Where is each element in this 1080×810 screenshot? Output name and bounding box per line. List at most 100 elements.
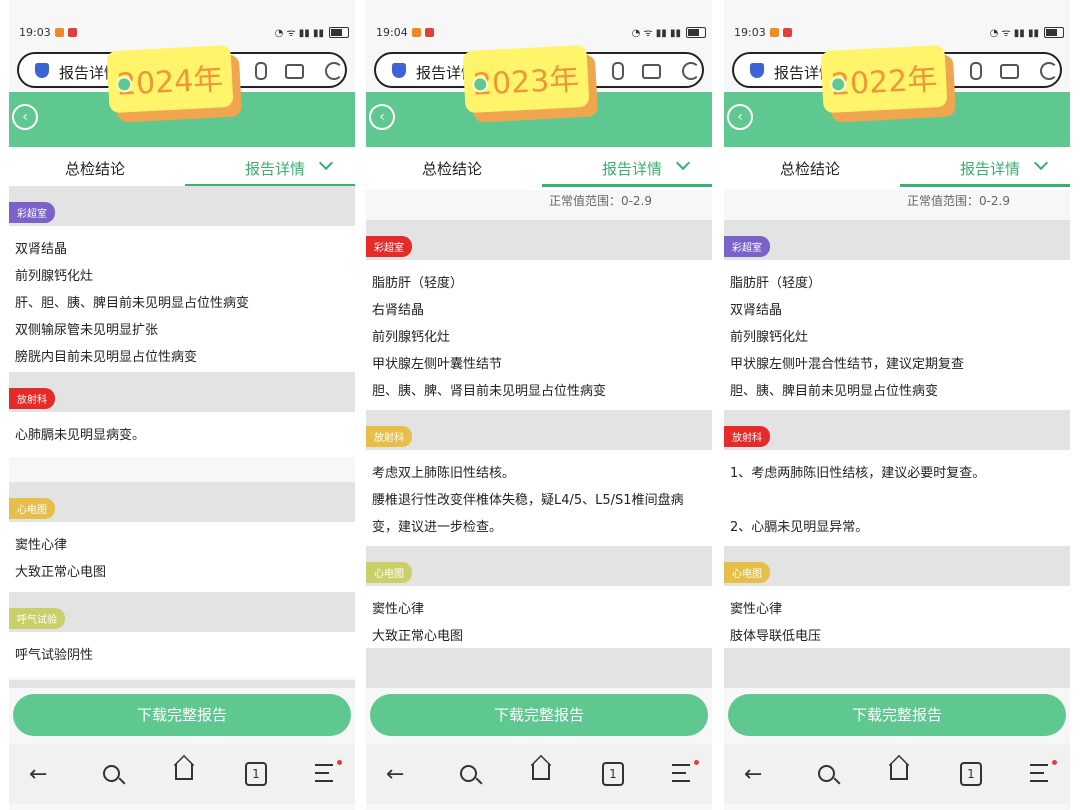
reload-icon[interactable] xyxy=(325,62,343,80)
menu-icon[interactable] xyxy=(672,760,699,782)
tabs-count-icon[interactable]: 1 xyxy=(602,762,624,786)
tab-report-details[interactable]: 报告详情 xyxy=(960,158,1020,179)
signal-icon: ◔ ᯤ ▮▮ ▮▮ xyxy=(274,28,324,39)
tab-summary[interactable]: 总检结论 xyxy=(422,158,482,179)
result-line: 窦性心律 xyxy=(730,602,783,617)
result-line: 甲状腺左侧叶囊性结节 xyxy=(372,357,503,372)
tab-summary[interactable]: 总检结论 xyxy=(780,158,840,179)
camera-icon[interactable] xyxy=(1000,64,1019,79)
app-notification-icon xyxy=(424,27,434,37)
section-tag: 放射科 xyxy=(9,388,55,409)
status-time: 19:03 xyxy=(734,25,766,39)
battery-icon xyxy=(1044,26,1064,38)
back-button[interactable]: ‹ xyxy=(12,104,38,130)
signal-icon: ◔ ᯤ ▮▮ ▮▮ xyxy=(989,28,1039,39)
chevron-down-icon[interactable] xyxy=(1033,155,1049,171)
status-bar: 19:04 ◔ ᯤ ▮▮ ▮▮ xyxy=(376,18,706,46)
home-icon[interactable] xyxy=(532,764,550,780)
home-icon[interactable] xyxy=(890,764,908,780)
tab-underline xyxy=(900,184,1070,187)
year-tag: 2024年 xyxy=(106,44,234,114)
section-tag: 呼气试验 xyxy=(9,608,65,629)
section-header xyxy=(724,546,1070,586)
notification-dot xyxy=(1052,760,1057,765)
result-line: 大致正常心电图 xyxy=(15,565,107,580)
result-line: 心肺膈未见明显病变。 xyxy=(15,428,146,443)
microphone-icon[interactable] xyxy=(970,62,982,80)
tabs-count-icon[interactable]: 1 xyxy=(245,762,267,786)
download-full-report-button[interactable]: 下载完整报告 xyxy=(728,694,1066,736)
result-line: 脂肪肝（轻度） xyxy=(730,276,822,291)
tab-bar: 总检结论 报告详情 xyxy=(724,148,1070,190)
tab-underline xyxy=(542,184,712,187)
section-header xyxy=(724,410,1070,450)
section-tag: 彩超室 xyxy=(366,236,412,257)
result-line: 膀胱内目前未见明显占位性病变 xyxy=(15,350,198,365)
browser-nav-bar: ← 1 xyxy=(366,744,712,804)
search-icon[interactable] xyxy=(818,765,835,782)
year-tag-label: 2024年 xyxy=(116,62,225,103)
result-line: 前列腺钙化灶 xyxy=(15,269,94,284)
phone-screen: 19:04 ◔ ᯤ ▮▮ ▮▮ 报告详情 ‹ 总检结论 报告详情 正常值范围：0-2.9 彩超… xyxy=(366,0,712,810)
section-header xyxy=(9,372,355,412)
section-header xyxy=(9,186,355,226)
result-line: 2、心膈未见明显异常。 xyxy=(730,520,869,535)
menu-icon[interactable] xyxy=(1030,760,1057,782)
back-arrow-icon[interactable]: ← xyxy=(744,762,762,787)
section-tag: 心电图 xyxy=(366,562,412,583)
year-tag: 2022年 xyxy=(820,44,948,114)
phone-screen: 19:03 ◔ ᯤ ▮▮ ▮▮ 报告详情 ‹ 总检结论 报告详情彩超室双肾结晶前列腺钙化灶… xyxy=(9,0,355,810)
reload-icon[interactable] xyxy=(682,62,700,80)
tab-report-details[interactable]: 报告详情 xyxy=(245,158,305,179)
content-end xyxy=(9,680,355,688)
chevron-down-icon[interactable] xyxy=(318,155,334,171)
download-full-report-button[interactable]: 下载完整报告 xyxy=(13,694,351,736)
shield-icon xyxy=(750,63,764,78)
signal-icon: ◔ ᯤ ▮▮ ▮▮ xyxy=(631,28,681,39)
chevron-down-icon[interactable] xyxy=(675,155,691,171)
result-line: 脂肪肝（轻度） xyxy=(372,276,464,291)
section-tag: 放射科 xyxy=(724,426,770,447)
tab-report-details[interactable]: 报告详情 xyxy=(602,158,662,179)
status-time: 19:04 xyxy=(376,25,408,39)
section-header xyxy=(724,220,1070,260)
section-header xyxy=(366,410,712,450)
microphone-icon[interactable] xyxy=(255,62,267,80)
result-line: 肝、胆、胰、脾目前未见明显占位性病变 xyxy=(15,296,250,311)
result-line: 双肾结晶 xyxy=(15,242,68,257)
search-icon[interactable] xyxy=(460,765,477,782)
tab-summary[interactable]: 总检结论 xyxy=(65,158,125,179)
microphone-icon[interactable] xyxy=(612,62,624,80)
notification-icon xyxy=(769,27,779,37)
result-line: 大致正常心电图 xyxy=(372,629,464,644)
status-time: 19:03 xyxy=(19,25,51,39)
back-arrow-icon[interactable]: ← xyxy=(386,762,404,787)
menu-icon[interactable] xyxy=(315,760,342,782)
back-button[interactable]: ‹ xyxy=(727,104,753,130)
status-bar: 19:03 ◔ ᯤ ▮▮ ▮▮ xyxy=(19,18,349,46)
phone-screen: 19:03 ◔ ᯤ ▮▮ ▮▮ 报告详情 ‹ 总检结论 报告详情 正常值范围：0-2.9 彩超… xyxy=(724,0,1070,810)
download-full-report-button[interactable]: 下载完整报告 xyxy=(370,694,708,736)
home-icon[interactable] xyxy=(175,764,193,780)
camera-icon[interactable] xyxy=(285,64,304,79)
section-tag: 彩超室 xyxy=(9,202,55,223)
tab-bar: 总检结论 报告详情 xyxy=(9,148,355,190)
result-line: 甲状腺左侧叶混合性结节，建议定期复查 xyxy=(730,357,965,372)
section-header xyxy=(366,220,712,260)
year-tag: 2023年 xyxy=(462,44,590,114)
status-right: ◔ ᯤ ▮▮ ▮▮ xyxy=(990,25,1064,39)
result-line: 腰椎退行性改变伴椎体失稳，疑L4/5、L5/S1椎间盘病 xyxy=(372,493,684,508)
search-icon[interactable] xyxy=(103,765,120,782)
camera-icon[interactable] xyxy=(642,64,661,79)
reload-icon[interactable] xyxy=(1040,62,1058,80)
back-button[interactable]: ‹ xyxy=(369,104,395,130)
battery-icon xyxy=(686,26,706,38)
tabs-count-icon[interactable]: 1 xyxy=(960,762,982,786)
section-tag: 心电图 xyxy=(724,562,770,583)
result-line: 肢体导联低电压 xyxy=(730,629,822,644)
back-arrow-icon[interactable]: ← xyxy=(29,762,47,787)
app-notification-icon xyxy=(67,27,77,37)
result-line: 胆、胰、脾目前未见明显占位性病变 xyxy=(730,384,939,399)
result-line: 1、考虑两肺陈旧性结核，建议必要时复查。 xyxy=(730,466,986,481)
status-right: ◔ ᯤ ▮▮ ▮▮ xyxy=(275,25,349,39)
